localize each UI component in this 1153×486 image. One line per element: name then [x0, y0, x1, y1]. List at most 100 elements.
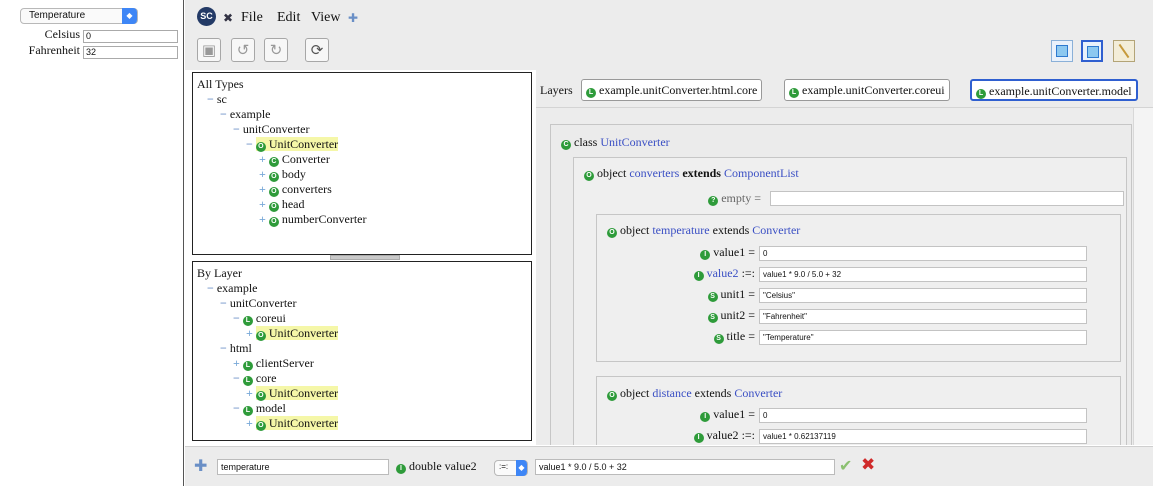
expand-icon[interactable]: + [259, 152, 266, 166]
prop-empty-input[interactable] [770, 191, 1124, 206]
tree-item-label[interactable]: C Converter [268, 152, 330, 167]
tree-item-label[interactable]: example [230, 107, 271, 121]
collapse-icon[interactable]: − [207, 92, 214, 106]
distance-box: Oobject distance extends Converter Ivalu… [596, 376, 1121, 445]
menu-edit[interactable]: Edit [277, 10, 300, 26]
property-value-input[interactable]: "Temperature" [759, 330, 1087, 345]
type-tree-row[interactable]: + OnumberConverter [259, 212, 366, 227]
tree-item-label[interactable]: O UnitConverter [255, 137, 339, 152]
tree-item-label[interactable]: Lcoreui [242, 311, 286, 326]
layer-tree-row[interactable]: − Lcoreui [233, 311, 286, 326]
property-value-input[interactable]: value1 * 9.0 / 5.0 + 32 [759, 267, 1087, 282]
tree-item-label[interactable]: LclientServer [242, 356, 314, 371]
type-tree-row[interactable]: − sc [207, 92, 227, 107]
menu-file[interactable]: File [241, 10, 263, 26]
property-value-input[interactable]: "Fahrenheit" [759, 309, 1087, 324]
collapse-icon[interactable]: − [233, 311, 240, 325]
refresh-icon[interactable]: ⟳ [305, 38, 329, 62]
layer-tab-html-core[interactable]: Lexample.unitConverter.html.core [581, 79, 763, 101]
operator-select[interactable]: :=: ◆ [494, 460, 528, 476]
redo-icon[interactable]: ↻ [264, 38, 288, 62]
expand-icon[interactable]: + [259, 212, 266, 226]
undo-icon[interactable]: ↺ [231, 38, 255, 62]
layer-tree-row[interactable]: − Lcore [233, 371, 277, 386]
tree-item-label[interactable]: unitConverter [230, 296, 297, 310]
types-tree-header: All Types [197, 77, 244, 91]
layer-tree-view-icon[interactable] [1081, 40, 1103, 62]
layer-tree-row[interactable]: + LclientServer [233, 356, 314, 371]
converters-name[interactable]: converters [629, 166, 679, 180]
converters-extends[interactable]: ComponentList [724, 166, 799, 180]
expand-icon[interactable]: + [246, 326, 253, 340]
layer-tree-row[interactable]: − Lmodel [233, 401, 286, 416]
property-value-input[interactable]: "Celsius" [759, 288, 1087, 303]
collapse-icon[interactable]: − [233, 371, 240, 385]
distance-extends[interactable]: Converter [734, 386, 782, 400]
layer-tree-row[interactable]: − html [220, 341, 252, 356]
tree-item-label[interactable]: html [230, 341, 252, 355]
celsius-input[interactable]: 0 [83, 30, 178, 43]
close-icon[interactable]: ✖ [223, 11, 233, 26]
type-tree-row[interactable]: − unitConverter [233, 122, 310, 137]
tree-item-label[interactable]: sc [217, 92, 227, 106]
converter-select[interactable]: Temperature ◆ [20, 8, 138, 24]
expand-icon[interactable]: + [259, 167, 266, 181]
apply-icon[interactable]: ✔ [839, 456, 852, 476]
cancel-icon[interactable]: ✖ [861, 455, 875, 475]
class-name[interactable]: UnitConverter [600, 135, 669, 149]
type-tree-row[interactable]: − example [220, 107, 271, 122]
type-tree-row[interactable]: + Ohead [259, 197, 305, 212]
tree-item-label[interactable]: Lmodel [242, 401, 286, 416]
tree-item-label[interactable]: O UnitConverter [255, 416, 339, 431]
expand-icon[interactable]: + [246, 386, 253, 400]
temperature-name[interactable]: temperature [652, 223, 709, 237]
tree-item-label[interactable]: Ohead [268, 197, 305, 212]
type-tree-row[interactable]: + Obody [259, 167, 306, 182]
property-value-input[interactable]: value1 * 0.62137119 [759, 429, 1087, 444]
tree-item-label[interactable]: example [217, 281, 258, 295]
tree-item-label[interactable]: O UnitConverter [255, 326, 339, 341]
collapse-icon[interactable]: − [220, 341, 227, 355]
menu-view[interactable]: View [311, 10, 340, 26]
tree-item-label[interactable]: O UnitConverter [255, 386, 339, 401]
layer-tab-model[interactable]: Lexample.unitConverter.model [970, 79, 1138, 101]
tree-item-label[interactable]: OnumberConverter [268, 212, 366, 227]
type-tree-row[interactable]: − O UnitConverter [246, 137, 339, 152]
layer-tree-row[interactable]: − example [207, 281, 258, 296]
layer-tree-row[interactable]: + O UnitConverter [246, 386, 339, 401]
layer-tree-row[interactable]: + O UnitConverter [246, 416, 339, 431]
tree-item-label[interactable]: unitConverter [243, 122, 310, 136]
property-value-input[interactable]: 0 [759, 408, 1087, 423]
collapse-icon[interactable]: − [207, 281, 214, 295]
type-tree-row[interactable]: + C Converter [259, 152, 330, 167]
property-value-input[interactable]: 0 [759, 246, 1087, 261]
splitter-grip[interactable] [330, 255, 400, 260]
layer-tree-row[interactable]: + O UnitConverter [246, 326, 339, 341]
layer-tab-coreui[interactable]: Lexample.unitConverter.coreui [784, 79, 950, 101]
add-property-icon[interactable]: ✚ [194, 456, 207, 476]
expression-input[interactable]: value1 * 9.0 / 5.0 + 32 [535, 459, 835, 475]
collapse-icon[interactable]: − [220, 296, 227, 310]
collapse-icon[interactable]: − [220, 107, 227, 121]
collapse-icon[interactable]: − [246, 137, 253, 151]
expand-icon[interactable]: + [259, 182, 266, 196]
edit-icon[interactable] [1113, 40, 1135, 62]
collapse-icon[interactable]: − [233, 401, 240, 415]
add-icon[interactable]: ✚ [348, 11, 358, 26]
tree-item-label[interactable]: Oconverters [268, 182, 332, 197]
save-icon[interactable]: ▣ [197, 38, 221, 62]
layer-tree-row[interactable]: − unitConverter [220, 296, 297, 311]
distance-name[interactable]: distance [652, 386, 691, 400]
type-tree-row[interactable]: + Oconverters [259, 182, 332, 197]
expand-icon[interactable]: + [259, 197, 266, 211]
tree-item-label[interactable]: Obody [268, 167, 306, 182]
tree-item-label[interactable]: Lcore [242, 371, 277, 386]
expand-icon[interactable]: + [233, 356, 240, 370]
temperature-extends[interactable]: Converter [752, 223, 800, 237]
instance-input[interactable]: temperature [217, 459, 389, 475]
expand-icon[interactable]: + [246, 416, 253, 430]
fahrenheit-input[interactable]: 32 [83, 46, 178, 59]
editor-scrollbar[interactable] [1133, 108, 1153, 445]
collapse-icon[interactable]: − [233, 122, 240, 136]
type-tree-view-icon[interactable] [1051, 40, 1073, 62]
